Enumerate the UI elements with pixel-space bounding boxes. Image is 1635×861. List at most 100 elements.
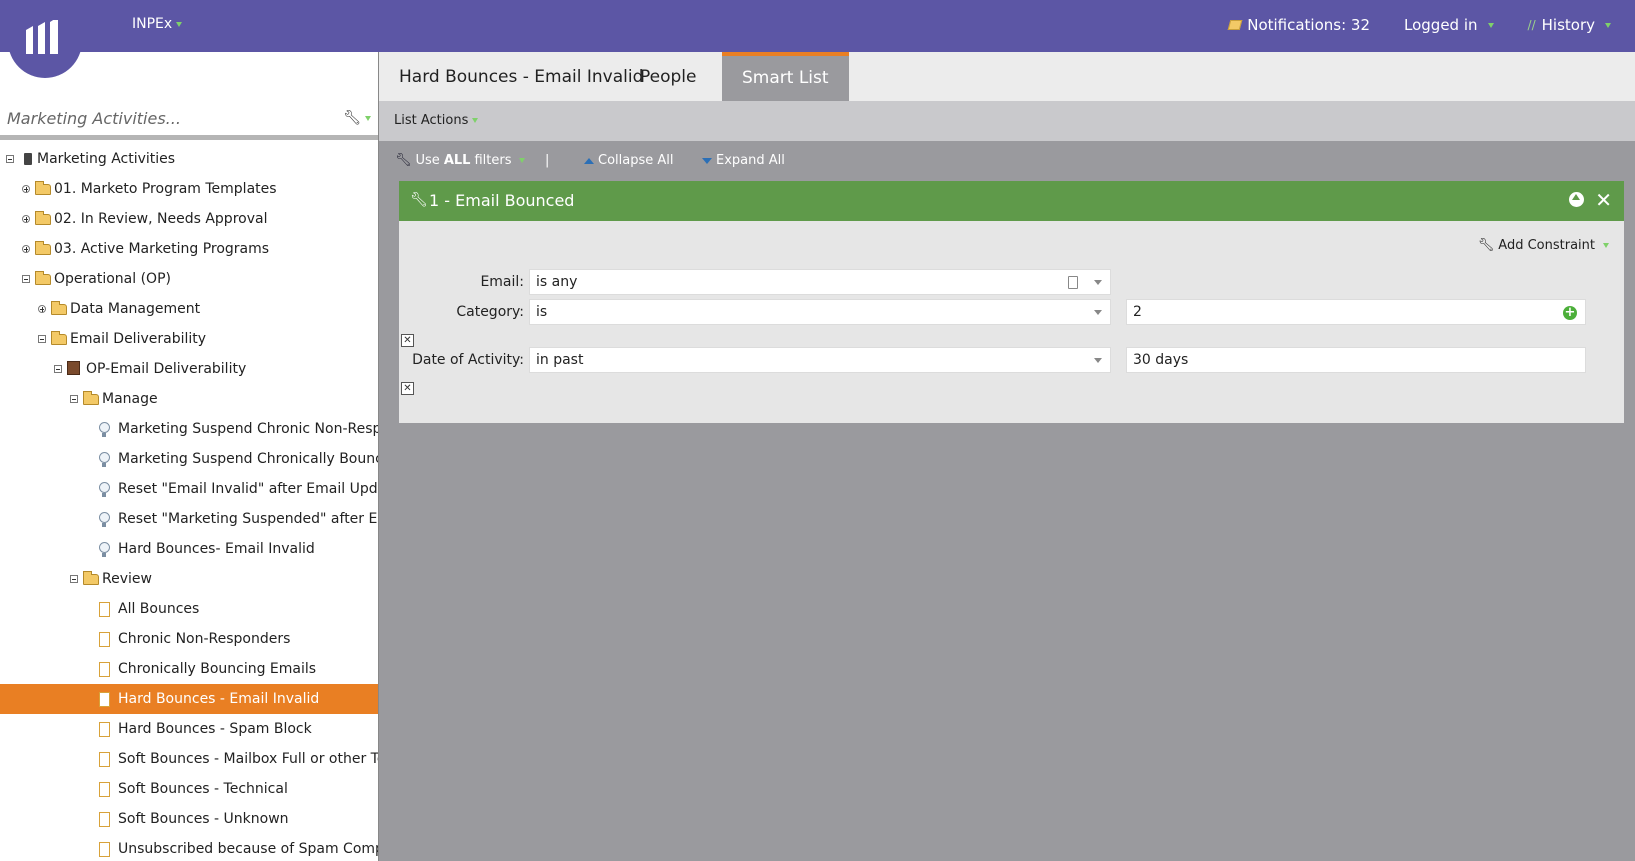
collapse-all-button[interactable]: Collapse All bbox=[584, 153, 674, 168]
tree-item-label: All Bounces bbox=[118, 601, 200, 617]
add-constraint-button[interactable]: 🔧︎ Add Constraint bbox=[1478, 238, 1609, 253]
chevron-down-icon bbox=[1094, 358, 1102, 363]
tree-item[interactable]: Hard Bounces - Email Invalid bbox=[0, 684, 378, 714]
tree-item-label: Chronically Bouncing Emails bbox=[118, 661, 317, 677]
collapse-toggle-icon[interactable] bbox=[22, 275, 30, 283]
collapse-toggle-icon[interactable] bbox=[38, 335, 46, 343]
chevron-down-icon bbox=[365, 115, 371, 121]
toolbar-separator: | bbox=[545, 153, 550, 168]
delete-constraint-icon[interactable]: ✕ bbox=[401, 382, 414, 395]
notifications-button[interactable]: Notifications: 32 bbox=[1227, 16, 1370, 34]
filter-card: 🔧︎ 1 - Email Bounced ✕ 🔧︎ Add Constraint… bbox=[399, 181, 1624, 423]
category-operator-value: is bbox=[536, 304, 548, 320]
tab-smart-list[interactable]: Smart List bbox=[722, 52, 849, 101]
list-icon bbox=[99, 632, 110, 647]
tree-item[interactable]: Email Deliverability bbox=[0, 324, 378, 354]
tree-item[interactable]: Reset "Email Invalid" after Email Update bbox=[0, 474, 378, 504]
collapse-all-label: Collapse All bbox=[598, 153, 674, 168]
program-icon bbox=[67, 361, 80, 375]
category-operator-select[interactable]: is bbox=[529, 299, 1111, 325]
chevron-down-icon bbox=[1603, 243, 1609, 248]
tree-item-label: Chronic Non-Responders bbox=[118, 631, 291, 647]
tree-item-label: 02. In Review, Needs Approval bbox=[54, 211, 268, 227]
chevron-down-icon bbox=[176, 21, 183, 27]
tree-item[interactable]: Hard Bounces - Spam Block bbox=[0, 714, 378, 744]
tree-item[interactable]: All Bounces bbox=[0, 594, 378, 624]
tree-item[interactable]: OP-Email Deliverability bbox=[0, 354, 378, 384]
tree-item[interactable]: Review bbox=[0, 564, 378, 594]
tree-item[interactable]: Data Management bbox=[0, 294, 378, 324]
tab-people[interactable]: People bbox=[620, 52, 716, 101]
add-value-icon[interactable]: + bbox=[1563, 306, 1577, 320]
logged-in-menu[interactable]: Logged in bbox=[1404, 16, 1494, 34]
add-constraint-label: Add Constraint bbox=[1498, 238, 1595, 253]
tree-item[interactable]: Chronic Non-Responders bbox=[0, 624, 378, 654]
category-value-input[interactable]: 2 + bbox=[1126, 299, 1586, 325]
list-actions-menu[interactable]: List Actions bbox=[394, 113, 479, 128]
wrench-icon: 🔧︎ bbox=[395, 153, 412, 168]
lock-icon bbox=[1068, 276, 1078, 289]
tree-item[interactable]: Chronically Bouncing Emails bbox=[0, 654, 378, 684]
tree-item[interactable]: Reset "Marketing Suspended" after Email … bbox=[0, 504, 378, 534]
expand-toggle-icon[interactable] bbox=[22, 245, 30, 253]
tree-item-label: Reset "Marketing Suspended" after Email … bbox=[118, 511, 378, 527]
tree-item[interactable]: Soft Bounces - Unknown bbox=[0, 804, 378, 834]
search-input[interactable]: Marketing Activities... bbox=[7, 109, 181, 128]
expand-toggle-icon[interactable] bbox=[38, 305, 46, 313]
tree-item[interactable]: Marketing Suspend Chronically Bouncing E… bbox=[0, 444, 378, 474]
folder-icon bbox=[83, 391, 99, 405]
collapse-toggle-icon[interactable] bbox=[70, 395, 78, 403]
chevron-down-icon bbox=[1094, 310, 1102, 315]
expand-toggle-icon[interactable] bbox=[22, 185, 30, 193]
folder-icon bbox=[35, 241, 51, 255]
tree-search[interactable]: Marketing Activities... 🔧︎ bbox=[0, 100, 378, 140]
tree-item[interactable]: Unsubscribed because of Spam Complaint bbox=[0, 834, 378, 861]
tree-item[interactable]: Soft Bounces - Technical bbox=[0, 774, 378, 804]
tree-item-label: Marketing Suspend Chronic Non-Responders bbox=[118, 421, 378, 437]
date-operator-select[interactable]: in past bbox=[529, 347, 1111, 373]
tree-item[interactable]: Operational (OP) bbox=[0, 264, 378, 294]
filter-toolbar: 🔧︎ Use ALL filters | Collapse All Expand… bbox=[379, 141, 1635, 181]
workspace-label: INPEx bbox=[132, 16, 173, 32]
chevron-down-icon bbox=[1487, 22, 1494, 28]
tree-item[interactable]: Soft Bounces - Mailbox Full or other Tec… bbox=[0, 744, 378, 774]
tree-item[interactable]: 03. Active Marketing Programs bbox=[0, 234, 378, 264]
tree-item-label: Soft Bounces - Unknown bbox=[118, 811, 289, 827]
tree-item[interactable]: Marketing Suspend Chronic Non-Responders bbox=[0, 414, 378, 444]
wrench-icon[interactable]: 🔧︎ bbox=[343, 110, 371, 126]
email-operator-select[interactable]: is any bbox=[529, 269, 1111, 295]
tree-item[interactable]: 02. In Review, Needs Approval bbox=[0, 204, 378, 234]
tree-item[interactable]: 01. Marketo Program Templates bbox=[0, 174, 378, 204]
list-icon bbox=[99, 812, 110, 827]
chevron-down-icon bbox=[472, 118, 479, 123]
wrench-icon: 🔧︎ bbox=[410, 192, 428, 208]
date-value-input[interactable]: 30 days bbox=[1126, 347, 1586, 373]
tree-item[interactable]: Hard Bounces- Email Invalid bbox=[0, 534, 378, 564]
date-operator-value: in past bbox=[536, 352, 584, 368]
marketo-logo[interactable] bbox=[8, 0, 82, 78]
use-all-filters-menu[interactable]: 🔧︎ Use ALL filters bbox=[395, 153, 526, 168]
email-operator-value: is any bbox=[536, 274, 578, 290]
tree-item[interactable]: Manage bbox=[0, 384, 378, 414]
list-icon bbox=[99, 602, 110, 617]
history-menu[interactable]: // History bbox=[1528, 16, 1611, 34]
tree-item-label: Manage bbox=[102, 391, 158, 407]
move-up-icon[interactable] bbox=[1569, 192, 1584, 207]
campaign-icon bbox=[99, 422, 110, 437]
tree-item[interactable]: Marketing Activities bbox=[0, 144, 378, 174]
collapse-toggle-icon[interactable] bbox=[54, 365, 62, 373]
collapse-toggle-icon[interactable] bbox=[70, 575, 78, 583]
filter-header[interactable]: 🔧︎ 1 - Email Bounced ✕ bbox=[399, 181, 1624, 221]
close-icon[interactable]: ✕ bbox=[1595, 188, 1612, 212]
tree-item-label: Operational (OP) bbox=[54, 271, 171, 287]
workspace-selector[interactable]: INPEx bbox=[132, 16, 183, 32]
use-all-bold: ALL bbox=[443, 153, 471, 168]
notification-icon bbox=[1227, 20, 1243, 30]
tree-item-label: Hard Bounces- Email Invalid bbox=[118, 541, 315, 557]
expand-toggle-icon[interactable] bbox=[22, 215, 30, 223]
expand-all-button[interactable]: Expand All bbox=[702, 153, 785, 168]
folder-icon bbox=[51, 331, 67, 345]
delete-constraint-icon[interactable]: ✕ bbox=[401, 334, 414, 347]
tree-item-label: Email Deliverability bbox=[70, 331, 207, 347]
collapse-toggle-icon[interactable] bbox=[6, 155, 14, 163]
